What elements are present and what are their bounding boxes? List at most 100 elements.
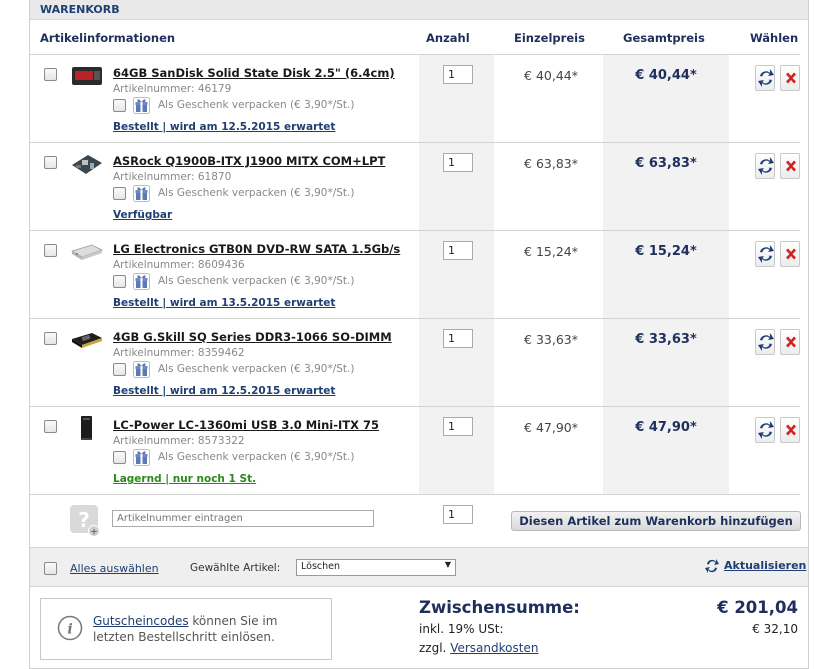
availability-link[interactable]: Bestellt | wird am 12.5.2015 erwartet [113,121,335,133]
quantity-input[interactable] [443,417,473,436]
refresh-icon[interactable] [755,417,775,443]
info-icon: i [57,615,83,641]
item-select-checkbox[interactable] [44,244,57,257]
mainboard-icon[interactable] [70,151,104,177]
article-number: Artikelnummer: 8359462 [113,347,245,359]
svg-text:?: ? [78,508,90,532]
gift-wrap-checkbox[interactable] [113,99,126,112]
cart-title-bar: WARENKORB [30,0,808,20]
delete-icon[interactable] [780,417,800,443]
delete-icon[interactable] [780,241,800,267]
gift-icon [133,361,150,378]
selected-items-label: Gewählte Artikel: [190,562,281,574]
article-number: Artikelnummer: 8573322 [113,435,245,447]
product-name-link[interactable]: LC-Power LC-1360mi USB 3.0 Mini-ITX 75 [113,418,379,432]
update-link[interactable]: Aktualisieren [724,559,806,572]
cart-title: WARENKORB [40,3,120,16]
select-all-checkbox[interactable] [44,562,57,575]
availability-link[interactable]: Lagernd | nur noch 1 St. [113,473,256,485]
refresh-icon[interactable] [755,65,775,91]
header-total-price: Gesamtpreis [623,31,705,45]
delete-icon[interactable] [780,329,800,355]
product-name-link[interactable]: LG Electronics GTB0N DVD-RW SATA 1.5Gb/s [113,242,400,256]
gift-wrap-checkbox[interactable] [113,187,126,200]
add-to-cart-button[interactable]: Diesen Artikel zum Warenkorb hinzufügen [511,511,801,531]
gift-icon [133,273,150,290]
unit-price: € 40,44* [524,68,578,83]
subtotal-label: Zwischensumme: [419,598,580,617]
unit-price: € 47,90* [524,420,578,435]
ram-icon[interactable] [70,327,104,353]
quantity-input[interactable] [443,65,473,84]
item-select-checkbox[interactable] [44,68,57,81]
product-name-link[interactable]: 4GB G.Skill SQ Series DDR3-1066 SO-DIMM [113,330,392,344]
item-select-checkbox[interactable] [44,420,57,433]
refresh-icon[interactable] [755,241,775,267]
select-all-link[interactable]: Alles auswählen [70,562,159,575]
add-qty-input[interactable] [443,505,473,524]
total-price: € 40,44* [635,68,697,83]
quantity-input[interactable] [443,329,473,348]
svg-text:i: i [67,622,72,638]
gift-wrap-label: Als Geschenk verpacken (€ 3,90*/St.) [158,99,355,111]
quantity-input[interactable] [443,241,473,260]
gift-wrap-label: Als Geschenk verpacken (€ 3,90*/St.) [158,275,355,287]
gift-icon [133,185,150,202]
gift-wrap-checkbox[interactable] [113,275,126,288]
gift-wrap-checkbox[interactable] [113,363,126,376]
voucher-line-1: Gutscheincodes können Sie im [93,614,277,628]
header-unit-price: Einzelpreis [514,31,585,45]
article-number: Artikelnummer: 61870 [113,171,232,183]
action-bar: Alles auswählen Gewählte Artikel: Lösche… [30,547,808,587]
selected-action-select[interactable]: Löschen ▼ [296,559,456,576]
availability-link[interactable]: Bestellt | wird am 12.5.2015 erwartet [113,385,335,397]
voucher-codes-link[interactable]: Gutscheincodes [93,614,189,628]
ssd-icon[interactable] [70,63,104,89]
total-price: € 47,90* [635,420,697,435]
shipping-costs-link[interactable]: Versandkosten [450,641,538,655]
unknown-article-icon: ? + [70,505,100,538]
delete-icon[interactable] [780,153,800,179]
article-number: Artikelnummer: 46179 [113,83,232,95]
cart-item-row: LG Electronics GTB0N DVD-RW SATA 1.5Gb/s… [30,231,810,319]
cart-panel: WARENKORB Artikelinformationen Anzahl Ei… [29,0,809,669]
pc-case-icon[interactable] [70,415,104,441]
item-select-checkbox[interactable] [44,156,57,169]
header-select: Wählen [750,31,799,45]
voucher-box: i Gutscheincodes können Sie im letzten B… [40,598,332,660]
availability-link[interactable]: Bestellt | wird am 13.5.2015 erwartet [113,297,335,309]
article-number-input[interactable] [112,510,374,527]
item-select-checkbox[interactable] [44,332,57,345]
gift-icon [133,449,150,466]
shipping-prefix: zzgl. [419,641,447,655]
unit-price: € 33,63* [524,332,578,347]
vat-label: inkl. 19% USt: [419,622,504,636]
gift-icon [133,97,150,114]
gift-wrap-label: Als Geschenk verpacken (€ 3,90*/St.) [158,187,355,199]
quantity-input[interactable] [443,153,473,172]
vat-value: € 32,10 [752,622,798,636]
dvd-drive-icon[interactable] [70,239,104,265]
subtotal-value: € 201,04 [717,598,798,617]
total-price: € 63,83* [635,156,697,171]
refresh-icon[interactable] [755,153,775,179]
svg-text:+: + [90,528,98,538]
refresh-icon[interactable] [755,329,775,355]
gift-wrap-label: Als Geschenk verpacken (€ 3,90*/St.) [158,363,355,375]
gift-wrap-checkbox[interactable] [113,451,126,464]
add-article-row: ? + Diesen Artikel zum Warenkorb hinzufü… [30,495,810,547]
product-name-link[interactable]: 64GB SanDisk Solid State Disk 2.5" (6.4c… [113,66,395,80]
unit-price: € 63,83* [524,156,578,171]
refresh-icon[interactable] [704,557,720,575]
cart-item-row: 64GB SanDisk Solid State Disk 2.5" (6.4c… [30,55,810,143]
chevron-down-icon: ▼ [444,560,451,569]
availability-link[interactable]: Verfügbar [113,209,172,221]
unit-price: € 15,24* [524,244,578,259]
header-article: Artikelinformationen [40,31,176,45]
cart-item-row: ASRock Q1900B-ITX J1900 MITX COM+LPT Arti… [30,143,810,231]
cart-item-row: LC-Power LC-1360mi USB 3.0 Mini-ITX 75 Ar… [30,407,810,495]
total-price: € 15,24* [635,244,697,259]
delete-icon[interactable] [780,65,800,91]
product-name-link[interactable]: ASRock Q1900B-ITX J1900 MITX COM+LPT [113,154,385,168]
selected-action-value: Löschen [301,561,340,572]
